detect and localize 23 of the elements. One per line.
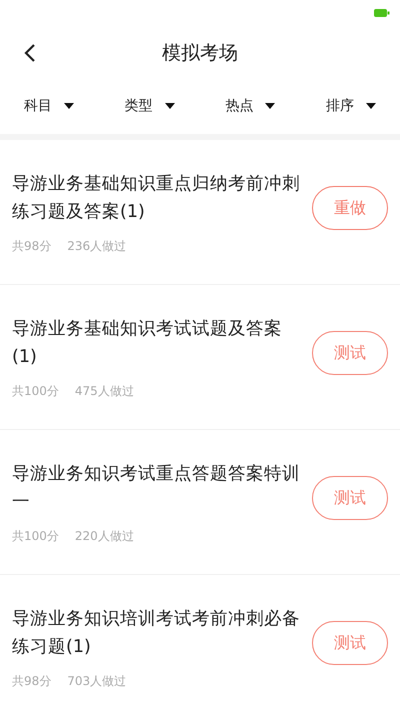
takers-count: 220人做过: [74, 528, 134, 545]
back-icon[interactable]: [24, 43, 36, 63]
caret-icon: [64, 103, 74, 109]
score-text: 共100分: [12, 383, 59, 400]
filter-dropdown[interactable]: 科目: [24, 97, 74, 115]
score-text: 共98分: [12, 238, 52, 255]
filter-dropdown[interactable]: 热点: [225, 97, 276, 115]
exam-title[interactable]: 导游业务基础知识考试试题及答案(1): [12, 315, 304, 371]
score-text: 共98分: [12, 673, 52, 690]
caret-icon: [366, 103, 376, 109]
caret-icon: [265, 103, 276, 109]
takers-count: 703人做过: [67, 673, 126, 690]
battery-icon: [374, 9, 390, 17]
takers-count: 236人做过: [67, 238, 126, 255]
caret-icon: [164, 103, 175, 109]
score-text: 共100分: [12, 528, 59, 545]
exam-title[interactable]: 导游业务知识培训考试考前冲刺必备练习题(1): [12, 605, 304, 661]
exam-title[interactable]: 导游业务知识考试重点答题答案特训一: [12, 460, 304, 516]
filter-dropdown[interactable]: 排序: [326, 97, 376, 115]
page-title: 模拟考场: [162, 41, 238, 66]
exam-title[interactable]: 导游业务基础知识重点归纳考前冲刺练习题及答案(1): [12, 170, 304, 226]
takers-count: 475人做过: [74, 383, 134, 400]
filter-dropdown[interactable]: 类型: [124, 97, 175, 115]
